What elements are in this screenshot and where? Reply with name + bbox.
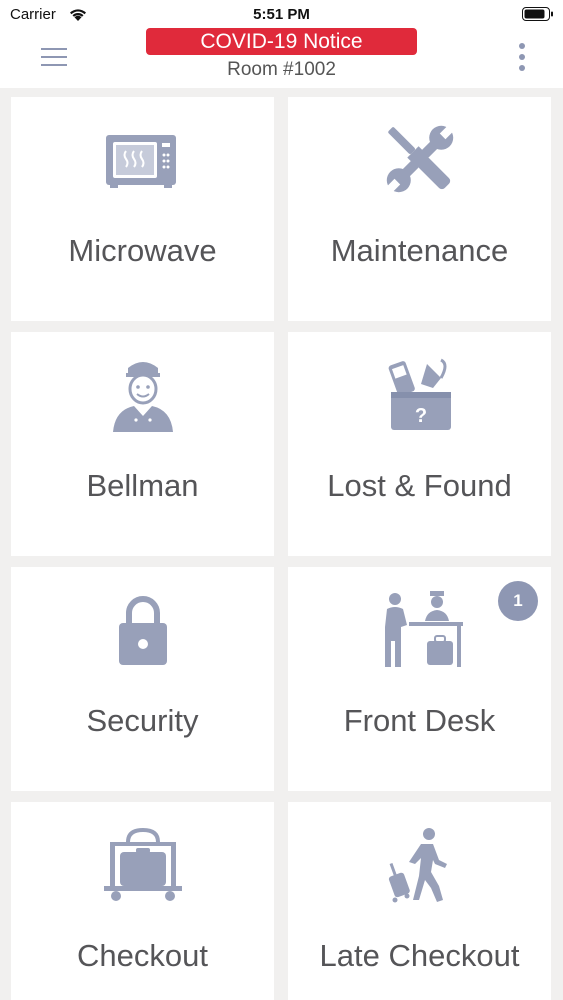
luggage-cart-icon bbox=[103, 827, 182, 901]
padlock-icon bbox=[118, 596, 167, 665]
tile-microwave[interactable]: Microwave bbox=[11, 97, 274, 321]
tile-front-desk[interactable]: 1 Front Desk bbox=[288, 567, 551, 791]
tile-late-checkout[interactable]: Late Checkout bbox=[288, 802, 551, 1000]
covid-notice-button[interactable]: COVID-19 Notice bbox=[146, 28, 417, 55]
svg-text:?: ? bbox=[414, 405, 426, 427]
service-grid: Microwave Maintenance Bellman ? Lost & F… bbox=[11, 97, 552, 1000]
tile-label: Maintenance bbox=[330, 233, 509, 268]
status-bar: Carrier 5:51 PM bbox=[0, 0, 563, 28]
battery-icon bbox=[522, 7, 553, 21]
tile-checkout[interactable]: Checkout bbox=[11, 802, 274, 1000]
front-desk-icon bbox=[384, 591, 463, 667]
tile-label: Front Desk bbox=[343, 703, 496, 738]
bellman-icon bbox=[112, 362, 173, 432]
app-header: COVID-19 Notice Room #1002 bbox=[0, 28, 563, 88]
clock: 5:51 PM bbox=[253, 6, 310, 23]
tile-label: Checkout bbox=[77, 938, 208, 973]
tile-label: Security bbox=[86, 703, 199, 738]
lost-found-box-icon: ? bbox=[388, 358, 451, 430]
tile-label: Bellman bbox=[86, 468, 199, 503]
tools-icon bbox=[385, 125, 454, 193]
notification-badge: 1 bbox=[498, 581, 538, 621]
tile-lost-found[interactable]: ? Lost & Found bbox=[288, 332, 551, 556]
microwave-icon bbox=[105, 135, 176, 188]
tile-maintenance[interactable]: Maintenance bbox=[288, 97, 551, 321]
tile-label: Microwave bbox=[68, 233, 217, 268]
tile-security[interactable]: Security bbox=[11, 567, 274, 791]
more-options-icon[interactable] bbox=[514, 42, 530, 72]
tile-bellman[interactable]: Bellman bbox=[11, 332, 274, 556]
tile-label: Late Checkout bbox=[319, 938, 520, 973]
room-number: Room #1002 bbox=[227, 59, 336, 80]
tile-label: Lost & Found bbox=[327, 468, 512, 503]
walking-traveler-icon bbox=[388, 828, 447, 903]
